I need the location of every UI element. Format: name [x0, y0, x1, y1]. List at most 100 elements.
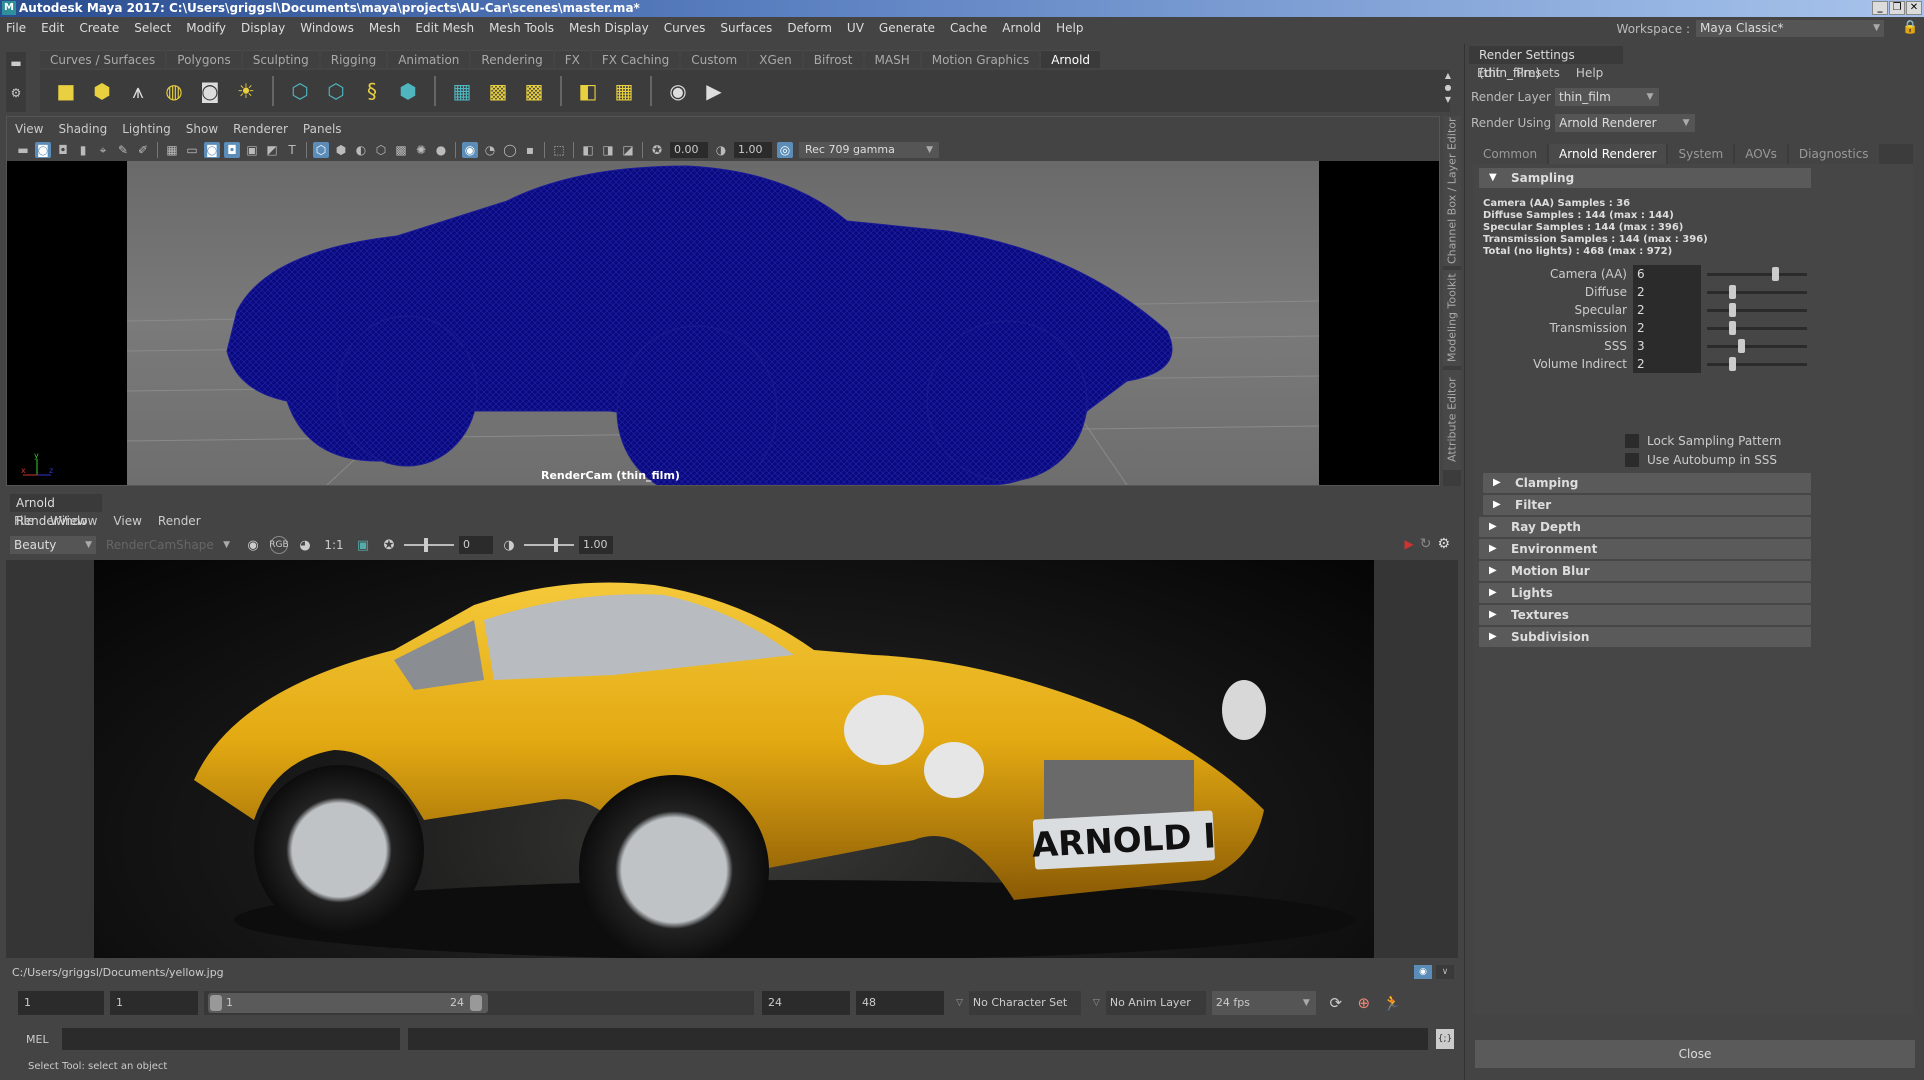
smooth-shade-icon[interactable]: ⬢: [333, 142, 349, 158]
section-subdivision[interactable]: ▶ Subdivision: [1479, 627, 1811, 647]
attr-value-field[interactable]: 2: [1633, 355, 1701, 373]
skydome-image-light-icon[interactable]: ◙: [196, 77, 224, 105]
xray-icon[interactable]: ◧: [580, 142, 596, 158]
menu-deform[interactable]: Deform: [787, 21, 832, 35]
attr-slider[interactable]: [1707, 265, 1807, 283]
tab-channel-box[interactable]: Channel Box / Layer Editor: [1443, 116, 1461, 266]
start-time-field[interactable]: 1: [18, 991, 104, 1015]
shelf-tab-sculpting[interactable]: Sculpting: [242, 50, 319, 68]
render-icon[interactable]: ▶: [700, 77, 728, 105]
exposure-icon[interactable]: ✪: [649, 142, 665, 158]
range-end-handle[interactable]: [470, 995, 482, 1011]
rv-gamma-field[interactable]: 1.00: [579, 536, 613, 554]
field-chart-icon[interactable]: ▣: [244, 142, 260, 158]
section-ray-depth[interactable]: ▶ Ray Depth: [1479, 517, 1811, 537]
motion-blur-icon[interactable]: ◔: [482, 142, 498, 158]
shelf-tab-polygons[interactable]: Polygons: [167, 50, 241, 68]
physical-sky-icon[interactable]: ☀: [232, 77, 260, 105]
menu-curves[interactable]: Curves: [664, 21, 706, 35]
anti-aliasing-icon[interactable]: ◯: [502, 142, 518, 158]
mel-input[interactable]: [62, 1028, 400, 1050]
textured-icon[interactable]: ▩: [393, 142, 409, 158]
resolution-gate-icon[interactable]: ◙: [204, 142, 220, 158]
shelf-scrollbar[interactable]: ▲ ● ▼: [1442, 70, 1454, 110]
attr-value-field[interactable]: 6: [1633, 265, 1701, 283]
tab-diagnostics[interactable]: Diagnostics: [1788, 144, 1879, 164]
render-using-dropdown[interactable]: Arnold Renderer ▼: [1555, 114, 1696, 132]
shelf-tab-custom[interactable]: Custom: [681, 50, 748, 68]
shadows-icon[interactable]: ●: [433, 142, 449, 158]
shelf-tab-curves-surfaces[interactable]: Curves / Surfaces: [40, 50, 166, 68]
menu-modify[interactable]: Modify: [186, 21, 226, 35]
shelf-tab-arnold[interactable]: Arnold: [1041, 50, 1101, 68]
exposure-field[interactable]: 0.00: [670, 142, 708, 158]
flush-texture-cache-icon[interactable]: ▩: [484, 77, 512, 105]
create-standin-icon[interactable]: ⬡: [286, 77, 314, 105]
shelf-tab-rigging[interactable]: Rigging: [320, 50, 387, 68]
mesh-light-icon[interactable]: ⬢: [88, 77, 116, 105]
render-layer-dropdown[interactable]: thin_film ▼: [1555, 88, 1659, 106]
rs-menu-presets[interactable]: Presets: [1516, 66, 1560, 80]
grease-pencil-icon[interactable]: ✎: [115, 142, 131, 158]
crop-region-icon[interactable]: ◉: [244, 536, 262, 554]
isolate-select-icon[interactable]: ⬚: [551, 142, 567, 158]
stop-render-icon[interactable]: ▶: [1404, 537, 1413, 551]
gamma-field[interactable]: 1.00: [734, 142, 772, 158]
character-set-menu-icon[interactable]: ▽: [956, 998, 963, 1008]
gamma-slider[interactable]: [524, 536, 574, 554]
fps-dropdown[interactable]: 24 fps ▼: [1211, 991, 1316, 1015]
vp-menu-lighting[interactable]: Lighting: [122, 122, 171, 136]
tab-attribute-editor[interactable]: Attribute Editor: [1443, 370, 1461, 470]
2d-pan-zoom-icon[interactable]: ⌖: [95, 142, 111, 158]
depth-of-field-icon[interactable]: ▪: [522, 142, 538, 158]
curve-collector-icon[interactable]: §: [358, 77, 386, 105]
section-lights[interactable]: ▶ Lights: [1479, 583, 1811, 603]
menu-edit[interactable]: Edit: [41, 21, 64, 35]
vp-menu-renderer[interactable]: Renderer: [233, 122, 288, 136]
rs-menu-edit[interactable]: Edit: [1477, 66, 1500, 80]
script-editor-icon[interactable]: {;}: [1436, 1029, 1454, 1049]
vp-menu-shading[interactable]: Shading: [58, 122, 107, 136]
lock-sampling-pattern-checkbox[interactable]: Lock Sampling Pattern: [1625, 434, 1781, 448]
menu-arnold[interactable]: Arnold: [1002, 21, 1041, 35]
tab-common[interactable]: Common: [1473, 144, 1548, 164]
tab-aovs[interactable]: AOVs: [1735, 144, 1787, 164]
use-autobump-checkbox[interactable]: Use Autobump in SSS: [1625, 453, 1777, 467]
image-plane-icon[interactable]: ▮: [75, 142, 91, 158]
minimize-button[interactable]: _: [1872, 1, 1888, 15]
screen-space-ao-icon[interactable]: ◉: [462, 142, 478, 158]
shelf-tab-motion-graphics[interactable]: Motion Graphics: [921, 50, 1040, 68]
attr-value-field[interactable]: 2: [1633, 319, 1701, 337]
menu-windows[interactable]: Windows: [300, 21, 354, 35]
chevron-down-icon[interactable]: ∨: [1436, 965, 1454, 979]
shelf-tab-animation[interactable]: Animation: [388, 50, 470, 68]
workspace-dropdown[interactable]: Maya Classic* ▼: [1696, 20, 1884, 37]
photometric-light-icon[interactable]: ⩚: [124, 77, 152, 105]
attr-slider[interactable]: [1707, 337, 1807, 355]
mel-language-toggle[interactable]: MEL: [26, 1033, 62, 1046]
shelf-tab-bifrost[interactable]: Bifrost: [803, 50, 863, 68]
view-transform-dropdown[interactable]: Rec 709 gamma ▼: [799, 142, 939, 158]
maximize-button[interactable]: ❐: [1889, 1, 1905, 15]
camera-dropdown[interactable]: RenderCamShape ▼: [102, 536, 234, 554]
lights-icon[interactable]: ✺: [413, 142, 429, 158]
menu-mesh-tools[interactable]: Mesh Tools: [489, 21, 554, 35]
slider-track[interactable]: [1707, 273, 1807, 276]
xray-joints-icon[interactable]: ◪: [620, 142, 636, 158]
gate-mask-icon[interactable]: ◘: [224, 142, 240, 158]
rs-menu-help[interactable]: Help: [1576, 66, 1603, 80]
tx-texture-icon[interactable]: ▦: [610, 77, 638, 105]
attr-value-field[interactable]: 2: [1633, 301, 1701, 319]
menu-create[interactable]: Create: [79, 21, 119, 35]
refresh-render-icon[interactable]: ↻: [1420, 536, 1432, 552]
lock-icon[interactable]: 🔒: [1902, 20, 1918, 36]
menu-help[interactable]: Help: [1056, 21, 1083, 35]
playback-start-field[interactable]: 1: [110, 991, 198, 1015]
section-filter[interactable]: ▶ Filter: [1483, 495, 1811, 515]
wireframe-on-shaded-icon[interactable]: ⬡: [373, 142, 389, 158]
menu-display[interactable]: Display: [241, 21, 285, 35]
attr-slider[interactable]: [1707, 301, 1807, 319]
vp-menu-view[interactable]: View: [15, 122, 43, 136]
default-material-icon[interactable]: ◐: [353, 142, 369, 158]
camera-attributes-icon[interactable]: ◙: [35, 142, 51, 158]
